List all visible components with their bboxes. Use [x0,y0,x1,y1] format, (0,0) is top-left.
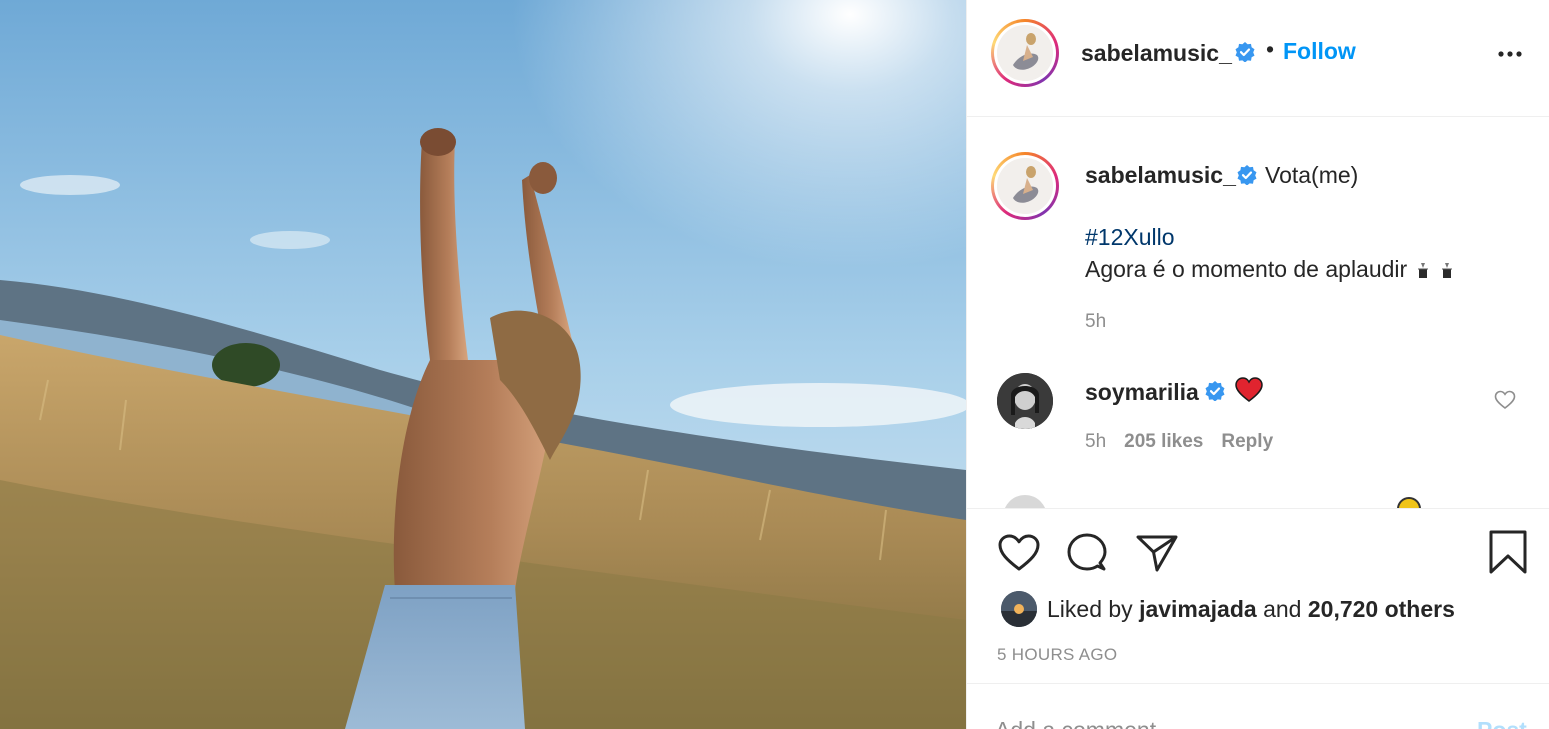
heart-emoji-icon [1235,377,1263,403]
liker-username[interactable]: javimajada [1139,596,1257,622]
caption-author-avatar[interactable] [991,152,1059,220]
liked-by-prefix: Liked by [1047,596,1133,622]
post-timestamp: 5 HOURS AGO [997,645,1118,664]
caption-time: 5h [1085,311,1107,332]
post-side-panel: sabelamusic_ • Follow sabelamusic_ Vota(… [966,0,1549,729]
next-comment-emoji [1397,497,1421,508]
post-comment-button[interactable]: Post [1477,717,1527,729]
liked-by-text: Liked by javimajada and 20,720 others [1047,596,1455,623]
heart-icon[interactable] [997,533,1041,573]
verified-badge-icon [1235,42,1255,63]
comment-time: 5h [1085,431,1107,452]
post-header: sabelamusic_ • Follow [967,0,1549,117]
post-photo-image [0,0,966,729]
comment-heart-icon[interactable] [1494,390,1516,410]
post-actions: Liked by javimajada and 20,720 others 5 … [967,508,1549,684]
commenter-avatar[interactable] [997,373,1053,429]
follow-button[interactable]: Follow [1283,38,1356,65]
commenter-username[interactable]: soymarilia [1085,379,1199,406]
bookmark-icon[interactable] [1487,529,1529,575]
caption-username[interactable]: sabelamusic_ [1085,162,1236,189]
verified-badge-icon [1237,165,1257,186]
likes-others-link[interactable]: 20,720 others [1308,596,1455,622]
liked-by-conjunction: and [1263,596,1302,622]
next-comment-avatar[interactable] [1003,495,1047,508]
caption-hashtag-link[interactable]: #12Xullo [1085,224,1175,251]
comment-likes-count[interactable]: 205 likes [1124,431,1203,452]
author-avatar-image [997,25,1053,81]
clap-emoji-icon [1416,258,1438,278]
author-avatar[interactable] [991,19,1059,87]
caption-text: Vota(me) [1265,162,1359,188]
reply-button[interactable]: Reply [1221,431,1273,452]
more-options-icon[interactable] [1495,44,1525,64]
add-comment-bar: Post [967,685,1549,729]
liker-avatar-image [1001,591,1037,627]
comment-meta: 5h 205 likes Reply [1085,431,1291,453]
post-photo[interactable] [0,0,966,729]
liker-avatar[interactable] [1001,591,1037,627]
caption-author-avatar-image [997,158,1053,214]
caption-line: Agora é o momento de aplaudir [1085,256,1462,283]
share-icon[interactable] [1135,533,1179,573]
clap-emoji-icon [1440,258,1462,278]
caption-line-text: Agora é o momento de aplaudir [1085,256,1408,282]
separator-dot: • [1266,36,1275,62]
add-comment-input[interactable] [995,715,1435,729]
verified-badge-icon [1205,381,1225,402]
commenter-avatar-image [997,373,1053,429]
comment-icon[interactable] [1065,532,1109,574]
author-username[interactable]: sabelamusic_ [1081,40,1232,67]
comments-section[interactable]: sabelamusic_ Vota(me) #12Xullo Agora é o… [967,118,1549,508]
